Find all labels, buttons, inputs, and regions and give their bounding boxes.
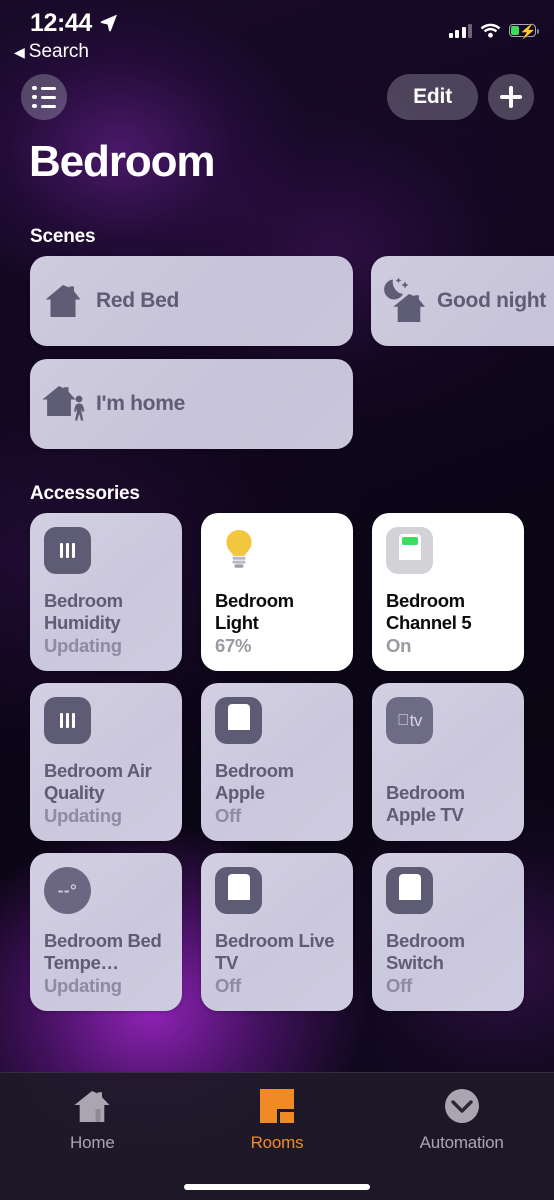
scene-tile-im-home[interactable]: I'm home xyxy=(30,359,353,449)
accessory-name: Bedroom Apple TV xyxy=(386,782,465,825)
lightbulb-icon xyxy=(215,527,262,574)
accessory-status: 67% xyxy=(215,635,252,656)
clock-check-icon xyxy=(441,1085,483,1127)
accessory-tile-bedroom-air-quality[interactable]: Bedroom Air Quality Updating xyxy=(30,683,182,841)
accessory-tile-bedroom-humidity[interactable]: Bedroom Humidity Updating xyxy=(30,513,182,671)
cellular-signal-icon xyxy=(448,23,472,38)
tab-bar: Home Rooms Automation xyxy=(0,1072,554,1200)
wifi-icon xyxy=(480,23,501,38)
air-quality-sensor-icon xyxy=(44,697,91,744)
accessory-status: On xyxy=(386,635,412,656)
accessory-tile-bedroom-apple[interactable]: Bedroom Apple Off xyxy=(201,683,353,841)
switch-icon xyxy=(386,527,433,574)
navigation-bar: Edit xyxy=(0,74,554,122)
accessory-name: Bedroom Live TV xyxy=(215,930,335,973)
plus-icon xyxy=(500,86,522,108)
accessory-status: Updating xyxy=(44,805,122,826)
room-list-button[interactable] xyxy=(21,74,67,120)
accessory-name: Bedroom Channel 5 xyxy=(386,590,472,633)
back-caret-icon: ◀ xyxy=(14,44,25,60)
status-bar: 12:44 ◀ Search ⚡ xyxy=(0,0,554,62)
scene-label: Red Bed xyxy=(96,289,180,312)
accessory-name: Bedroom Light xyxy=(215,590,294,633)
accessory-status: Updating xyxy=(44,635,122,656)
add-accessory-button[interactable] xyxy=(488,74,534,120)
accessory-tile-bedroom-apple-tv[interactable]: tv Bedroom Apple TV xyxy=(372,683,524,841)
back-label: Search xyxy=(28,41,89,62)
tab-label: Rooms xyxy=(250,1133,304,1152)
accessory-name: Bedroom Humidity xyxy=(44,590,123,633)
accessory-tile-bedroom-live-tv[interactable]: Bedroom Live TV Off xyxy=(201,853,353,1011)
scene-label: I'm home xyxy=(96,392,185,415)
accessory-status: Off xyxy=(215,805,241,826)
tab-label: Home xyxy=(70,1133,115,1152)
battery-charging-icon: ⚡ xyxy=(509,23,539,38)
apple-tv-icon: tv xyxy=(386,697,433,744)
accessory-status: Off xyxy=(215,975,241,996)
switch-icon xyxy=(386,867,433,914)
accessories-section-header: Accessories xyxy=(30,483,140,504)
humidity-sensor-icon xyxy=(44,527,91,574)
edit-button[interactable]: Edit xyxy=(387,74,478,120)
switch-icon xyxy=(215,867,262,914)
rooms-icon xyxy=(256,1085,298,1127)
house-icon xyxy=(30,256,96,346)
tab-rooms[interactable]: Rooms xyxy=(185,1085,370,1200)
scene-tile-red-bed[interactable]: Red Bed xyxy=(30,256,353,346)
accessory-tile-bedroom-bed-temperature[interactable]: --° Bedroom Bed Tempe… Updating xyxy=(30,853,182,1011)
moon-stars-house-icon xyxy=(371,256,437,346)
accessory-name: Bedroom Switch xyxy=(386,930,465,973)
accessory-name: Bedroom Bed Tempe… xyxy=(44,930,162,973)
scene-label: Good night xyxy=(437,289,546,312)
accessory-tile-bedroom-switch[interactable]: Bedroom Switch Off xyxy=(372,853,524,1011)
accessory-status: Off xyxy=(386,975,412,996)
accessory-tile-bedroom-light[interactable]: Bedroom Light 67% xyxy=(201,513,353,671)
room-scroll-area[interactable]: 12:44 ◀ Search ⚡ Edit Bedroom Scenes Red… xyxy=(0,0,554,1200)
accessory-name: Bedroom Apple xyxy=(215,760,294,803)
back-to-search-link[interactable]: ◀ Search xyxy=(14,41,89,63)
tab-automation[interactable]: Automation xyxy=(369,1085,554,1200)
list-icon xyxy=(32,85,56,109)
scenes-section-header: Scenes xyxy=(30,226,96,247)
accessory-name: Bedroom Air Quality xyxy=(44,760,152,803)
scene-tile-good-night[interactable]: Good night xyxy=(371,256,554,346)
home-indicator xyxy=(184,1184,370,1190)
location-arrow-icon xyxy=(100,14,117,32)
house-person-icon xyxy=(30,359,96,449)
temperature-icon: --° xyxy=(44,867,91,914)
status-bar-clock: 12:44 xyxy=(30,9,92,37)
tab-label: Automation xyxy=(419,1133,504,1152)
status-bar-indicators: ⚡ xyxy=(448,23,539,38)
accessory-tile-bedroom-channel-5[interactable]: Bedroom Channel 5 On xyxy=(372,513,524,671)
tab-home[interactable]: Home xyxy=(0,1085,185,1200)
accessory-status: Updating xyxy=(44,975,122,996)
house-icon xyxy=(71,1085,113,1127)
switch-icon xyxy=(215,697,262,744)
page-title: Bedroom xyxy=(29,137,216,186)
